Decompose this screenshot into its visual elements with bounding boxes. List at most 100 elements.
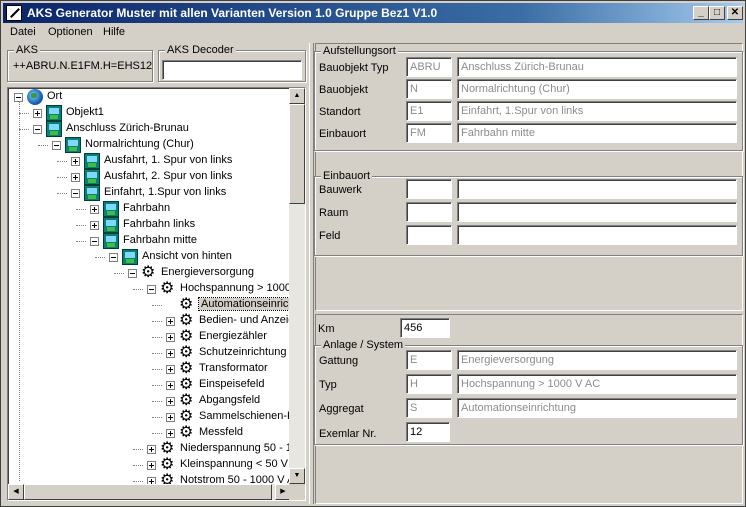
tree-node-label[interactable]: Energieversorgung	[161, 266, 254, 278]
tree-node-label[interactable]: Objekt1	[66, 106, 104, 118]
menu-optionen[interactable]: Optionen	[48, 26, 93, 38]
tree-node-label[interactable]: Kleinspannung < 50 V /	[180, 458, 291, 470]
tree-node-label[interactable]: Fahrbahn links	[123, 218, 195, 230]
einbauort-1-code-field[interactable]	[406, 202, 452, 222]
anlage-2-code-field[interactable]: S	[406, 398, 452, 418]
tree-node-label[interactable]: Schutzeinrichtung	[199, 346, 286, 358]
collapse-minus-icon[interactable]	[71, 189, 80, 198]
aufstellungsort-0-text-field[interactable]: Anschluss Zürich-Brunau	[457, 57, 737, 77]
tree-node[interactable]: Fahrbahn mitte	[8, 233, 291, 249]
tree-node[interactable]: ⚙ Schutzeinrichtung	[8, 345, 291, 361]
scroll-down-arrow-icon[interactable]: ▼	[289, 468, 305, 484]
expand-plus-icon[interactable]	[166, 333, 175, 342]
einbauort-0-code-field[interactable]	[406, 179, 452, 199]
exemplar-input[interactable]: 12	[406, 422, 450, 442]
tree-node-label[interactable]: Anschluss Zürich-Brunau	[66, 122, 189, 134]
tree-node[interactable]: Ansicht von hinten	[8, 249, 291, 265]
menu-datei[interactable]: Datei	[10, 26, 36, 38]
aufstellungsort-3-code-field[interactable]: FM	[406, 123, 452, 143]
einbauort-2-code-field[interactable]	[406, 225, 452, 245]
expand-plus-icon[interactable]	[147, 445, 156, 454]
collapse-minus-icon[interactable]	[33, 125, 42, 134]
einbauort-2-text-field[interactable]	[457, 225, 737, 245]
tree-node-label[interactable]: Transformator	[199, 362, 268, 374]
close-button[interactable]: ✕	[727, 6, 743, 20]
expand-plus-icon[interactable]	[90, 205, 99, 214]
tree-node[interactable]: ⚙ Abgangsfeld	[8, 393, 291, 409]
anlage-0-code-field[interactable]: E	[406, 350, 452, 370]
expand-plus-icon[interactable]	[33, 109, 42, 118]
anlage-1-code-field[interactable]: H	[406, 374, 452, 394]
expand-plus-icon[interactable]	[71, 173, 80, 182]
anlage-0-text-field[interactable]: Energieversorgung	[457, 350, 737, 370]
tree-node-label[interactable]: Sammelschienen-K	[199, 410, 291, 422]
tree-node[interactable]: ⚙ Einspeisefeld	[8, 377, 291, 393]
tree-node[interactable]: ⚙ Transformator	[8, 361, 291, 377]
menu-hilfe[interactable]: Hilfe	[103, 26, 125, 38]
tree-node[interactable]: ⚙ Bedien- und Anzeig	[8, 313, 291, 329]
tree-node-label[interactable]: Niederspannung 50 - 1	[180, 442, 291, 454]
tree-node-label[interactable]: Ort	[47, 90, 62, 102]
km-input[interactable]: 456	[400, 318, 450, 338]
tree-node-label[interactable]: Bedien- und Anzeig	[199, 314, 291, 326]
tree-node-label[interactable]: Abgangsfeld	[199, 394, 260, 406]
tree-node-label[interactable]: Hochspannung > 1000	[180, 282, 291, 294]
collapse-minus-icon[interactable]	[128, 269, 137, 278]
aufstellungsort-3-text-field[interactable]: Fahrbahn mitte	[457, 123, 737, 143]
tree-node-label[interactable]: Einfahrt, 1.Spur von links	[104, 186, 226, 198]
tree-horizontal-scrollbar[interactable]: ◀ ▶	[8, 484, 291, 500]
tree-node[interactable]: ⚙ Energiezähler	[8, 329, 291, 345]
expand-plus-icon[interactable]	[166, 365, 175, 374]
aufstellungsort-0-code-field[interactable]: ABRU	[406, 57, 452, 77]
horizontal-scroll-thumb[interactable]	[24, 484, 272, 500]
app-icon[interactable]	[6, 5, 22, 21]
aufstellungsort-1-text-field[interactable]: Normalrichtung (Chur)	[457, 79, 737, 99]
tree-node[interactable]: ⚙ Energieversorgung	[8, 265, 291, 281]
collapse-minus-icon[interactable]	[90, 237, 99, 246]
tree-node[interactable]: ⚙ Notstrom 50 - 1000 V A	[8, 473, 291, 484]
minimize-button[interactable]: _	[693, 6, 709, 20]
tree-node-label[interactable]: Normalrichtung (Chur)	[85, 138, 194, 150]
tree-node[interactable]: ⚙ Sammelschienen-K	[8, 409, 291, 425]
tree-node-label[interactable]: Automationseinrich	[198, 297, 291, 311]
tree-node-label[interactable]: Ausfahrt, 2. Spur von links	[104, 170, 232, 182]
expand-plus-icon[interactable]	[166, 413, 175, 422]
tree-node[interactable]: ⚙ Hochspannung > 1000	[8, 281, 291, 297]
tree-node[interactable]: Fahrbahn	[8, 201, 291, 217]
tree-node-label[interactable]: Einspeisefeld	[199, 378, 264, 390]
expand-plus-icon[interactable]	[166, 317, 175, 326]
vertical-scroll-thumb[interactable]	[289, 104, 305, 204]
aks-decoder-input[interactable]	[162, 60, 302, 80]
tree-node-label[interactable]: Notstrom 50 - 1000 V A	[180, 474, 291, 484]
tree-node[interactable]: Einfahrt, 1.Spur von links	[8, 185, 291, 201]
collapse-minus-icon[interactable]	[52, 141, 61, 150]
expand-plus-icon[interactable]	[71, 157, 80, 166]
expand-plus-icon[interactable]	[147, 477, 156, 484]
tree-node-label[interactable]: Energiezähler	[199, 330, 267, 342]
tree-node[interactable]: ⚙ Kleinspannung < 50 V /	[8, 457, 291, 473]
tree-node[interactable]: Ausfahrt, 2. Spur von links	[8, 169, 291, 185]
tree-node[interactable]: Objekt1	[8, 105, 291, 121]
tree-node-label[interactable]: Fahrbahn	[123, 202, 170, 214]
collapse-minus-icon[interactable]	[109, 253, 118, 262]
tree-node[interactable]: ⚙ Automationseinrich	[8, 297, 291, 313]
tree-node[interactable]: Normalrichtung (Chur)	[8, 137, 291, 153]
tree-node[interactable]: Ausfahrt, 1. Spur von links	[8, 153, 291, 169]
collapse-minus-icon[interactable]	[147, 285, 156, 294]
einbauort-1-text-field[interactable]	[457, 202, 737, 222]
expand-plus-icon[interactable]	[147, 461, 156, 470]
anlage-1-text-field[interactable]: Hochspannung > 1000 V AC	[457, 374, 737, 394]
expand-plus-icon[interactable]	[166, 349, 175, 358]
anlage-2-text-field[interactable]: Automationseinrichtung	[457, 398, 737, 418]
einbauort-0-text-field[interactable]	[457, 179, 737, 199]
tree-node[interactable]: Anschluss Zürich-Brunau	[8, 121, 291, 137]
tree-node-label[interactable]: Ausfahrt, 1. Spur von links	[104, 154, 232, 166]
maximize-button[interactable]: □	[709, 6, 725, 20]
tree-node-label[interactable]: Ansicht von hinten	[142, 250, 232, 262]
tree-node[interactable]: Fahrbahn links	[8, 217, 291, 233]
expand-plus-icon[interactable]	[166, 381, 175, 390]
tree-node[interactable]: ⚙ Messfeld	[8, 425, 291, 441]
tree-node-label[interactable]: Fahrbahn mitte	[123, 234, 197, 246]
tree-node-label[interactable]: Messfeld	[199, 426, 243, 438]
aufstellungsort-2-code-field[interactable]: E1	[406, 101, 452, 121]
